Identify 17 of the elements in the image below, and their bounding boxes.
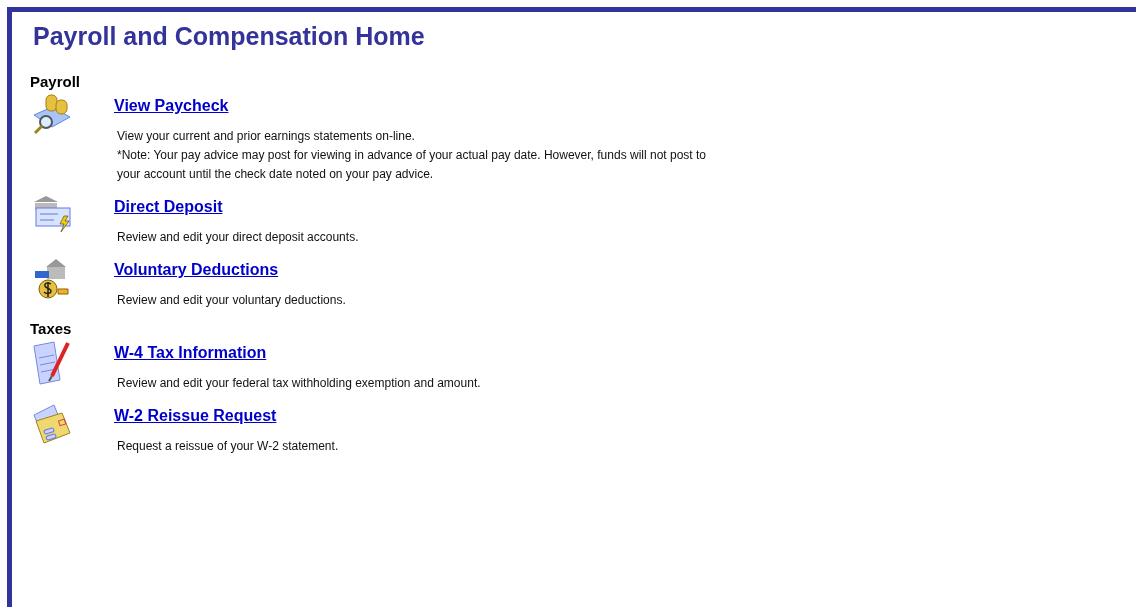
- form-envelope-icon: [32, 403, 72, 445]
- form-pen-icon: [32, 340, 72, 386]
- item-link[interactable]: View Paycheck: [114, 97, 229, 115]
- item-link[interactable]: Direct Deposit: [114, 198, 223, 216]
- item-link[interactable]: W-2 Reissue Request: [114, 407, 277, 425]
- item-description: Review and edit your federal tax withholding exemption and amount.: [117, 375, 482, 392]
- coins-magnifier-icon: [32, 93, 72, 135]
- item-link[interactable]: Voluntary Deductions: [114, 261, 279, 279]
- money-bag-bank-icon: [32, 257, 72, 301]
- item-link[interactable]: W-4 Tax Information: [114, 344, 267, 362]
- item-description: View your current and prior earnings statements on-line. *Note: Your pay advice may post for viewing in advance of your actual pay date. However, funds will not post to your account until the check date noted on your pay advice.: [117, 128, 707, 183]
- section-heading: Taxes: [30, 320, 73, 337]
- item-description: Review and edit your direct deposit accounts.: [117, 229, 360, 246]
- item-description: Review and edit your voluntary deductions.: [117, 292, 347, 309]
- page-title: Payroll and Compensation Home: [33, 22, 426, 51]
- item-description: Request a reissue of your W-2 statement.: [117, 438, 340, 455]
- section-heading: Payroll: [30, 73, 82, 90]
